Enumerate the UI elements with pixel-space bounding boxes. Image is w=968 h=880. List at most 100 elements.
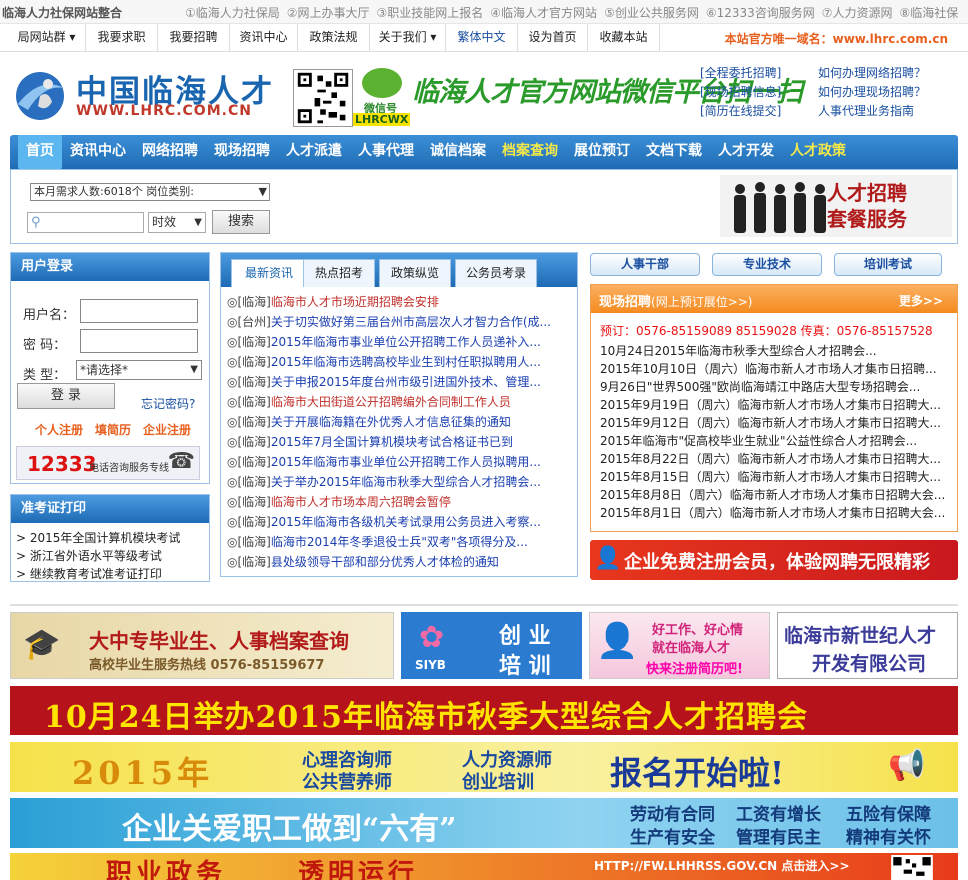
news-title: 2015年7月全国计算机模块考试合格证书已到 [270, 435, 514, 449]
news-item[interactable]: ◎[临海]临海市大田街道公开招聘编外合同制工作人员 [227, 392, 573, 412]
site-link[interactable]: ③职业技能网上报名 [377, 6, 484, 20]
booth-booking-link[interactable]: (网上预订展位>>) [651, 295, 752, 309]
open-government-banner[interactable]: 职业政务 透明运行 HTTP://FW.LHHRSS.GOV.CN 点击进入>> [10, 853, 958, 880]
username-field[interactable] [80, 299, 198, 323]
search-input[interactable]: ⚲ [27, 212, 144, 233]
exam-link[interactable]: > 2015年全国计算机模块考试 [16, 529, 180, 547]
news-item[interactable]: ◎[临海]临海市人才市场近期招聘会安排 [227, 292, 573, 312]
nav-talent-policy[interactable]: 人才政策 [790, 135, 846, 169]
tab-civil-service[interactable]: 公务员考录 [455, 259, 537, 287]
news-item[interactable]: ◎[台州]关于切实做好第三届台州市高层次人才智力合作(成... [227, 312, 573, 332]
nav-credit[interactable]: 诚信档案 [430, 135, 486, 169]
link-agency-guide[interactable]: 人事代理业务指南 [818, 102, 926, 121]
link-online-recruit-guide[interactable]: 如何办理网络招聘？ [818, 64, 926, 83]
search-button[interactable]: 搜索 [212, 210, 270, 234]
tab-latest-news[interactable]: 最新资讯 [231, 259, 307, 287]
training-exam-button[interactable]: 培训考试 [834, 253, 942, 276]
site-link[interactable]: ⑤创业公共服务网 [604, 6, 699, 20]
site-link[interactable]: ②网上办事大厅 [287, 6, 370, 20]
job-fair-item[interactable]: 10月24日2015年临海市秋季大型综合人才招聘会... [600, 342, 950, 360]
business-people-icon [734, 182, 826, 233]
nav-news[interactable]: 资讯中心 [230, 24, 298, 51]
news-item[interactable]: ◎[临海]2015年临海市事业单位公开招聘工作人员拟聘用... [227, 452, 573, 472]
news-item[interactable]: ◎[临海]2015年7月全国计算机模块考试合格证书已到 [227, 432, 573, 452]
site-link[interactable]: ⑥12333咨询服务网 [706, 6, 815, 20]
tab-policy[interactable]: 政策纵览 [379, 259, 451, 287]
validity-select[interactable]: 时效 ▼ [148, 212, 206, 233]
siyb-ad[interactable]: ✿ SIYB 创 业 培 训 [401, 612, 582, 679]
exam-link[interactable]: > 浙江省外语水平等级考试 [16, 547, 180, 565]
nav-policy[interactable]: 政策法规 [298, 24, 370, 51]
news-item[interactable]: ◎[临海]2015年临海市各级机关考试录用公务员进入考察... [227, 512, 573, 532]
job-fair-item[interactable]: 2015年9月12日（周六）临海市新人才市场人才集市日招聘大... [600, 414, 950, 432]
job-fair-item[interactable]: 2015年临海市"促高校毕业生就业"公益性综合人才招聘会... [600, 432, 950, 450]
link-onsite-recruit[interactable]: [现场招聘信息] [700, 83, 781, 102]
autumn-fair-banner[interactable]: 10月24日举办2015年临海市秋季大型综合人才招聘会 [10, 686, 958, 735]
nav-agency[interactable]: 人事代理 [358, 135, 414, 169]
personnel-cadre-button[interactable]: 人事干部 [590, 253, 700, 276]
job-category-select[interactable]: 本月需求人数:6018个 岗位类别: ▼ [30, 183, 270, 201]
chevron-down-icon: ▼ [190, 364, 198, 375]
news-item[interactable]: ◎[临海]2015年临海市选聘高校毕业生到村任职拟聘用人... [227, 352, 573, 372]
site-link[interactable]: ④临海人才官方网站 [490, 6, 597, 20]
site-link[interactable]: ⑦人力资源网 [822, 6, 893, 20]
user-type-select[interactable]: *请选择* ▼ [76, 360, 202, 380]
archive-query-ad[interactable]: 🎓 大中专毕业生、人事档案查询 高校毕业生服务热线 0576-85159677 [10, 612, 394, 679]
employee-care-banner[interactable]: 企业关爱职工做到“六有” 劳动有合同 工资有增长 五险有保障 生产有安全 管理有… [10, 798, 958, 848]
nav-home[interactable]: 首页 [18, 135, 62, 169]
news-item[interactable]: ◎[临海]关于开展临海籍在外优秀人才信息征集的通知 [227, 412, 573, 432]
password-field[interactable] [80, 329, 198, 353]
job-fair-item[interactable]: 9月26日"世界500强"欧尚临海靖江中路店大型专场招聘会... [600, 378, 950, 396]
professional-tech-button[interactable]: 专业技术 [712, 253, 822, 276]
job-fair-item[interactable]: 2015年8月22日（周六）临海市新人才市场人才集市日招聘大... [600, 450, 950, 468]
hotline-banner[interactable]: 12333 电话咨询服务专线 ☎ [16, 446, 200, 480]
nav-recruit[interactable]: 我要招聘 [158, 24, 230, 51]
news-item[interactable]: ◎[临海]临海市人才市场本周六招聘会暂停 [227, 492, 573, 512]
personal-register-link[interactable]: 个人注册 [35, 423, 83, 437]
link-onsite-recruit-guide[interactable]: 如何办理现场招聘？ [818, 83, 926, 102]
nav-dispatch[interactable]: 人才派遣 [286, 135, 342, 169]
site-link[interactable]: ①临海人力社保局 [185, 6, 280, 20]
qr-code-icon [891, 855, 933, 880]
top-bar: 临海人力社保网站整合 ①临海人力社保局 ②网上办事大厅 ③职业技能网上报名 ④临海人才… [0, 0, 968, 24]
century-talent-ad[interactable]: 临海市新世纪人才 开发有限公司 [777, 612, 958, 679]
training-signup-banner[interactable]: 2015年 心理咨询师 公共营养师 人力资源师 创业培训 报名开始啦! 📢 [10, 742, 958, 792]
nav-archive-query[interactable]: 档案查询 [502, 135, 558, 169]
news-item[interactable]: ◎[临海]临海市2014年冬季退役士兵"双考"各项得分及... [227, 532, 573, 552]
company-register-banner[interactable]: 👤 企业免费注册会员，体验网聘无限精彩 [590, 540, 958, 580]
company-register-link[interactable]: 企业注册 [143, 423, 191, 437]
job-fair-item[interactable]: 2015年8月1日（周六）临海市新人才市场人才集市日招聘大会... [600, 504, 950, 522]
nav-news-center[interactable]: 资讯中心 [70, 135, 126, 169]
job-fair-item[interactable]: 2015年10月10日（周六）临海市新人才市场人才集市日招聘... [600, 360, 950, 378]
graduate-cap-icon: 🎓 [23, 627, 61, 662]
job-happy-ad[interactable]: 👤 好工作、好心情 就在临海人才 快来注册简历吧! [589, 612, 770, 679]
site-link[interactable]: ⑧临海社保 [900, 6, 959, 20]
job-fair-item[interactable]: 2015年8月8日（周六）临海市新人才市场人才集市日招聘大会... [600, 486, 950, 504]
ad-line: 职业政务 [106, 859, 227, 880]
nav-job-seek[interactable]: 我要求职 [86, 24, 158, 51]
nav-about[interactable]: 关于我们 ▾ [370, 24, 446, 51]
link-entrust-recruit[interactable]: [全程委托招聘] [700, 64, 781, 83]
login-button[interactable]: 登 录 [17, 383, 115, 409]
nav-onsite-recruit[interactable]: 现场招聘 [214, 135, 270, 169]
nav-talent-dev[interactable]: 人才开发 [718, 135, 774, 169]
link-submit-resume[interactable]: [简历在线提交] [700, 102, 781, 121]
nav-bookmark[interactable]: 收藏本站 [588, 24, 660, 51]
forgot-password-link[interactable]: 忘记密码? [141, 395, 195, 412]
nav-booth-booking[interactable]: 展位预订 [574, 135, 630, 169]
nav-traditional[interactable]: 繁体中文 [446, 24, 518, 51]
news-item[interactable]: ◎[临海]2015年临海市事业单位公开招聘工作人员递补入... [227, 332, 573, 352]
nav-online-recruit[interactable]: 网络招聘 [142, 135, 198, 169]
news-item[interactable]: ◎[临海]县处级领导干部和部分优秀人才体检的通知 [227, 552, 573, 572]
job-fair-item[interactable]: 2015年9月19日（周六）临海市新人才市场人才集市日招聘大... [600, 396, 950, 414]
tab-hot-exams[interactable]: 热点招考 [303, 259, 375, 287]
nav-site-group[interactable]: 局网站群 ▾ [8, 24, 86, 51]
news-item[interactable]: ◎[临海]关于申报2015年度台州市级引进国外技术、管理... [227, 372, 573, 392]
fill-resume-link[interactable]: 填简历 [95, 423, 131, 437]
exam-link[interactable]: > 继续教育考试准考证打印 [16, 565, 180, 583]
nav-downloads[interactable]: 文档下载 [646, 135, 702, 169]
job-fair-item[interactable]: 2015年8月15日（周六）临海市新人才市场人才集市日招聘大... [600, 468, 950, 486]
news-item[interactable]: ◎[临海]关于举办2015年临海市秋季大型综合人才招聘会... [227, 472, 573, 492]
more-link[interactable]: 更多>> [899, 292, 943, 309]
nav-set-home[interactable]: 设为首页 [518, 24, 588, 51]
